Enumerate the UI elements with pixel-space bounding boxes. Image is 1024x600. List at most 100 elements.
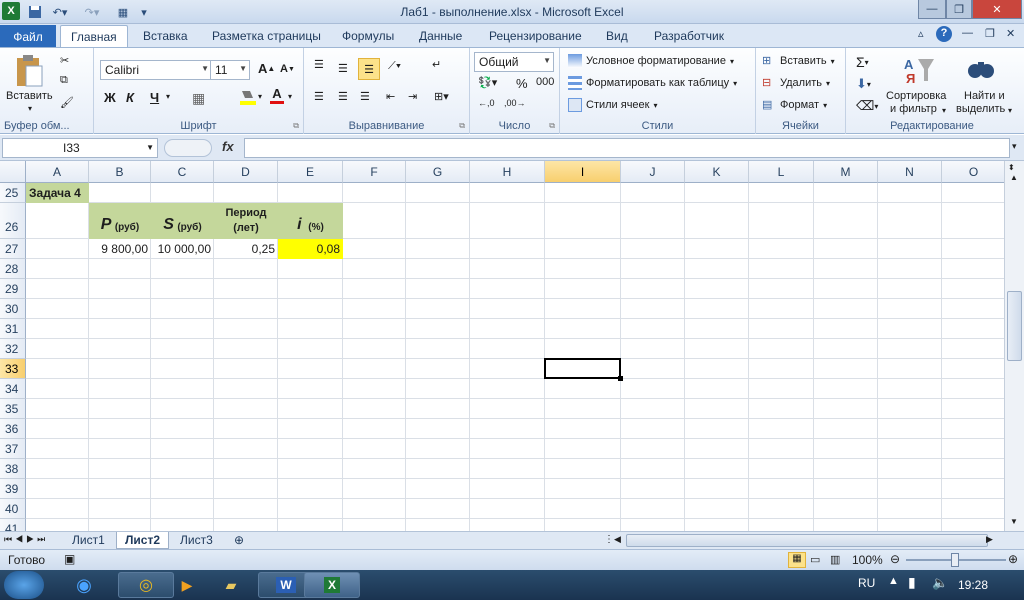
bold-button[interactable]: Ж [104,90,116,105]
autosum-icon[interactable]: Σ ▾ [856,54,869,70]
cell-B26[interactable]: P (руб) [89,211,151,239]
cell-C26[interactable]: S (руб) [151,211,214,239]
cell-D27[interactable]: 0,25 [214,239,278,259]
align-center-icon[interactable]: ☰ [338,90,348,103]
underline-dropdown-icon[interactable]: ▾ [166,92,170,101]
cut-icon[interactable]: ✂ [60,54,69,67]
row-header-41[interactable]: 41 [0,519,26,531]
conditional-formatting-button[interactable]: Условное форматирование ▾ [568,54,734,68]
row-header-29[interactable]: 29 [0,279,26,299]
start-button-icon[interactable] [4,571,44,599]
row-header-38[interactable]: 38 [0,459,26,479]
row-header-27[interactable]: 27 [0,239,26,259]
column-header-M[interactable]: M [814,161,878,183]
increase-indent-icon[interactable]: ⇥ [408,90,417,103]
fill-dropdown-icon[interactable]: ▾ [258,92,262,101]
decrease-indent-icon[interactable]: ⇤ [386,90,395,103]
sort-filter-label-1[interactable]: Сортировка [886,90,946,102]
row-header-31[interactable]: 31 [0,319,26,339]
column-header-I[interactable]: I [545,161,621,183]
scroll-right-icon[interactable]: ▶ [986,534,993,545]
font-color-icon[interactable]: A [270,86,284,104]
column-header-K[interactable]: K [685,161,749,183]
align-middle-icon[interactable]: ☰ [338,62,348,75]
ie-icon[interactable]: ◉ [64,572,104,598]
wrap-text-icon[interactable]: ↵ [432,58,441,71]
close-button[interactable]: ✕ [972,0,1022,19]
row-header-34[interactable]: 34 [0,379,26,399]
sort-dropdown-icon[interactable]: ▾ [942,106,946,115]
copy-icon[interactable]: ⧉ [60,74,68,87]
fill-icon[interactable]: ⬇ ▾ [856,76,871,92]
tab-split-handle[interactable]: ⋮ [604,534,614,545]
scroll-up-icon[interactable]: ▲ [1010,173,1018,182]
minimize-button[interactable]: — [918,0,946,19]
tray-arrow-icon[interactable]: ▲ [888,575,899,587]
tab-file[interactable]: Файл [0,25,56,48]
column-header-H[interactable]: H [470,161,545,183]
align-left-icon[interactable]: ☰ [314,90,324,103]
tab-data[interactable]: Данные [419,29,462,43]
excel-taskbar-icon[interactable]: X [304,572,360,598]
cell-C27[interactable]: 10 000,00 [151,239,214,259]
fill-handle[interactable] [618,376,623,381]
row-header-26[interactable]: 26 [0,203,26,239]
tab-formulas[interactable]: Формулы [342,29,394,43]
row-header-36[interactable]: 36 [0,419,26,439]
scroll-left-icon[interactable]: ◀ [614,534,621,545]
cell-A25[interactable]: Задача 4 [26,183,89,203]
select-all-corner[interactable] [0,161,26,183]
doc-minimize-icon[interactable]: — [962,27,973,39]
row-header-25[interactable]: 25 [0,183,26,203]
insert-cells-button[interactable]: ⊞ Вставить ▾ [762,54,835,68]
column-header-E[interactable]: E [278,161,343,183]
find-select-icon[interactable] [966,54,996,84]
horizontal-scrollbar[interactable] [626,534,988,547]
increase-decimal-icon[interactable]: ←,0 [478,98,495,108]
format-cells-button[interactable]: ▤ Формат ▾ [762,98,827,112]
column-header-F[interactable]: F [343,161,406,183]
sheet-tab-2[interactable]: Лист2 [116,532,170,549]
column-header-L[interactable]: L [749,161,814,183]
page-break-view-icon[interactable]: ▥ [830,553,840,566]
doc-close-icon[interactable]: ✕ [1006,27,1015,40]
row-header-40[interactable]: 40 [0,499,26,519]
font-size-select[interactable]: 11 ▼ [210,60,250,80]
percent-button[interactable]: % [516,76,528,91]
column-header-N[interactable]: N [878,161,942,183]
column-header-A[interactable]: A [26,161,89,183]
media-player-icon[interactable]: ▶ [162,572,212,598]
find-select-label-1[interactable]: Найти и [964,90,1005,102]
new-sheet-icon[interactable]: ⊕ [226,532,252,549]
scroll-thumb[interactable] [1007,291,1022,361]
tab-page-layout[interactable]: Разметка страницы [212,29,321,43]
column-header-J[interactable]: J [621,161,685,183]
sheet-nav-icons[interactable]: ⏮◀▶⏭ [4,534,48,545]
cell-B27[interactable]: 9 800,00 [89,239,151,259]
zoom-in-icon[interactable]: ⊕ [1008,552,1018,566]
tab-developer[interactable]: Разработчик [654,29,724,43]
dialog-launcher-icon[interactable]: ⧉ [293,121,299,131]
row-header-39[interactable]: 39 [0,479,26,499]
row-header-28[interactable]: 28 [0,259,26,279]
column-header-O[interactable]: O [942,161,1004,183]
split-handle-icon[interactable]: ⬍ [1008,163,1015,172]
currency-icon[interactable]: 💱▾ [478,76,497,89]
zoom-level[interactable]: 100% [852,553,883,567]
sheet-tab-1[interactable]: Лист1 [64,532,113,549]
paste-button[interactable]: Вставить [6,90,53,102]
font-name-select[interactable]: Calibri ▼ [100,60,212,80]
sheet-tab-3[interactable]: Лист3 [172,532,221,549]
tab-review[interactable]: Рецензирование [489,29,582,43]
zoom-out-icon[interactable]: ⊖ [890,552,900,566]
doc-restore-icon[interactable]: ❐ [985,27,995,40]
column-header-G[interactable]: G [406,161,470,183]
align-top-icon[interactable]: ☰ [314,58,324,71]
spreadsheet-grid[interactable]: ABCDEFGHIJKLMNO 25 26 27 28 29 30 31 32 33 34 35 36… [0,161,1004,531]
grow-font-icon[interactable]: A ▲ [258,61,275,76]
font-color-dropdown-icon[interactable]: ▾ [288,92,292,101]
explorer-icon[interactable]: ▰ [206,572,256,598]
row-header-33[interactable]: 33 [0,359,26,379]
fill-color-icon[interactable] [238,88,258,106]
volume-icon[interactable]: 🔈 [932,575,948,591]
